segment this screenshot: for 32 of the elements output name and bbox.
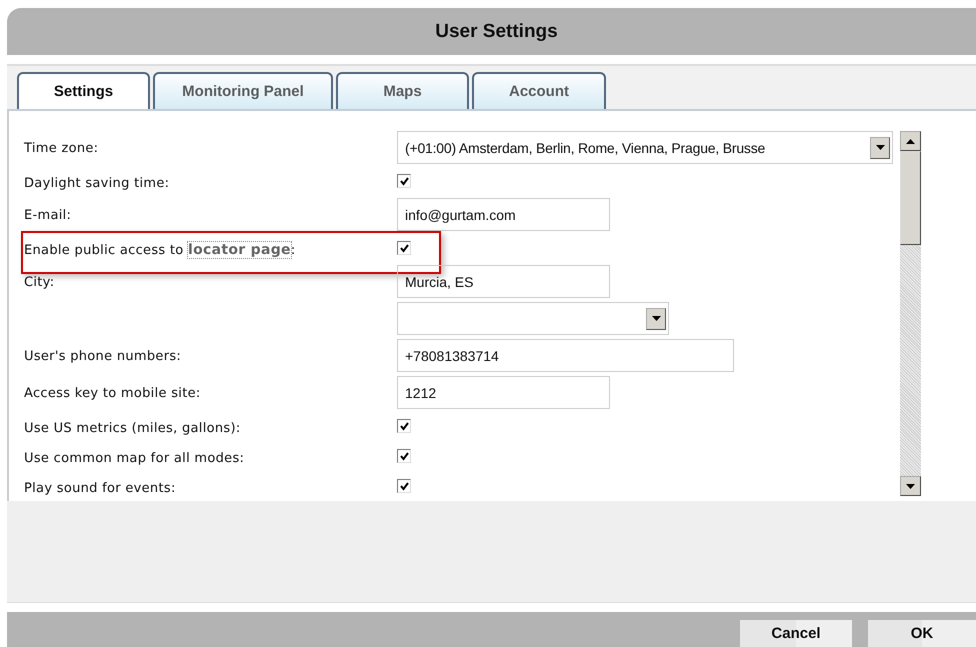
dropdown[interactable]: (+01:00) Amsterdam, Berlin, Rome, Vienna, Prague, Brusse xyxy=(397,131,893,164)
dialog-button[interactable]: Cancel xyxy=(740,620,852,647)
text-field[interactable]: Murcia, ES xyxy=(397,265,610,298)
text-field[interactable]: info@gurtam.com xyxy=(397,198,610,231)
field-label: Daylight saving time: xyxy=(24,176,170,191)
checkbox[interactable] xyxy=(397,241,411,255)
text-field[interactable]: 1212 xyxy=(397,376,610,409)
field-label: E-mail: xyxy=(24,208,72,223)
scroll-up-icon[interactable] xyxy=(900,131,921,151)
checkbox[interactable] xyxy=(397,449,411,463)
tab[interactable]: Maps xyxy=(336,72,469,109)
checkbox[interactable] xyxy=(397,174,411,188)
scrollbar[interactable] xyxy=(900,131,921,496)
locator-page-link[interactable]: locator page xyxy=(188,242,291,258)
field-label: Use US metrics (miles, gallons): xyxy=(24,421,241,436)
text-field[interactable]: +78081383714 xyxy=(397,339,734,372)
setting-label: Enable public access to locator page: xyxy=(24,243,296,258)
tab[interactable]: Settings xyxy=(17,72,150,109)
checkbox[interactable] xyxy=(397,419,411,433)
field-label: Time zone: xyxy=(24,141,98,156)
field-label: User's phone numbers: xyxy=(24,349,182,364)
field-label: Play sound for events: xyxy=(24,481,176,496)
checkbox[interactable] xyxy=(397,479,411,493)
field-label: Access key to mobile site: xyxy=(24,386,201,401)
scroll-down-icon[interactable] xyxy=(900,476,921,496)
field-label: City: xyxy=(24,275,54,290)
tab[interactable]: Monitoring Panel xyxy=(153,72,333,109)
dialog-button[interactable]: OK xyxy=(868,620,976,647)
tab[interactable]: Account xyxy=(472,72,606,109)
scroll-thumb[interactable] xyxy=(900,151,921,245)
field-label: Use common map for all modes: xyxy=(24,451,244,466)
window-title: User Settings xyxy=(434,20,558,42)
